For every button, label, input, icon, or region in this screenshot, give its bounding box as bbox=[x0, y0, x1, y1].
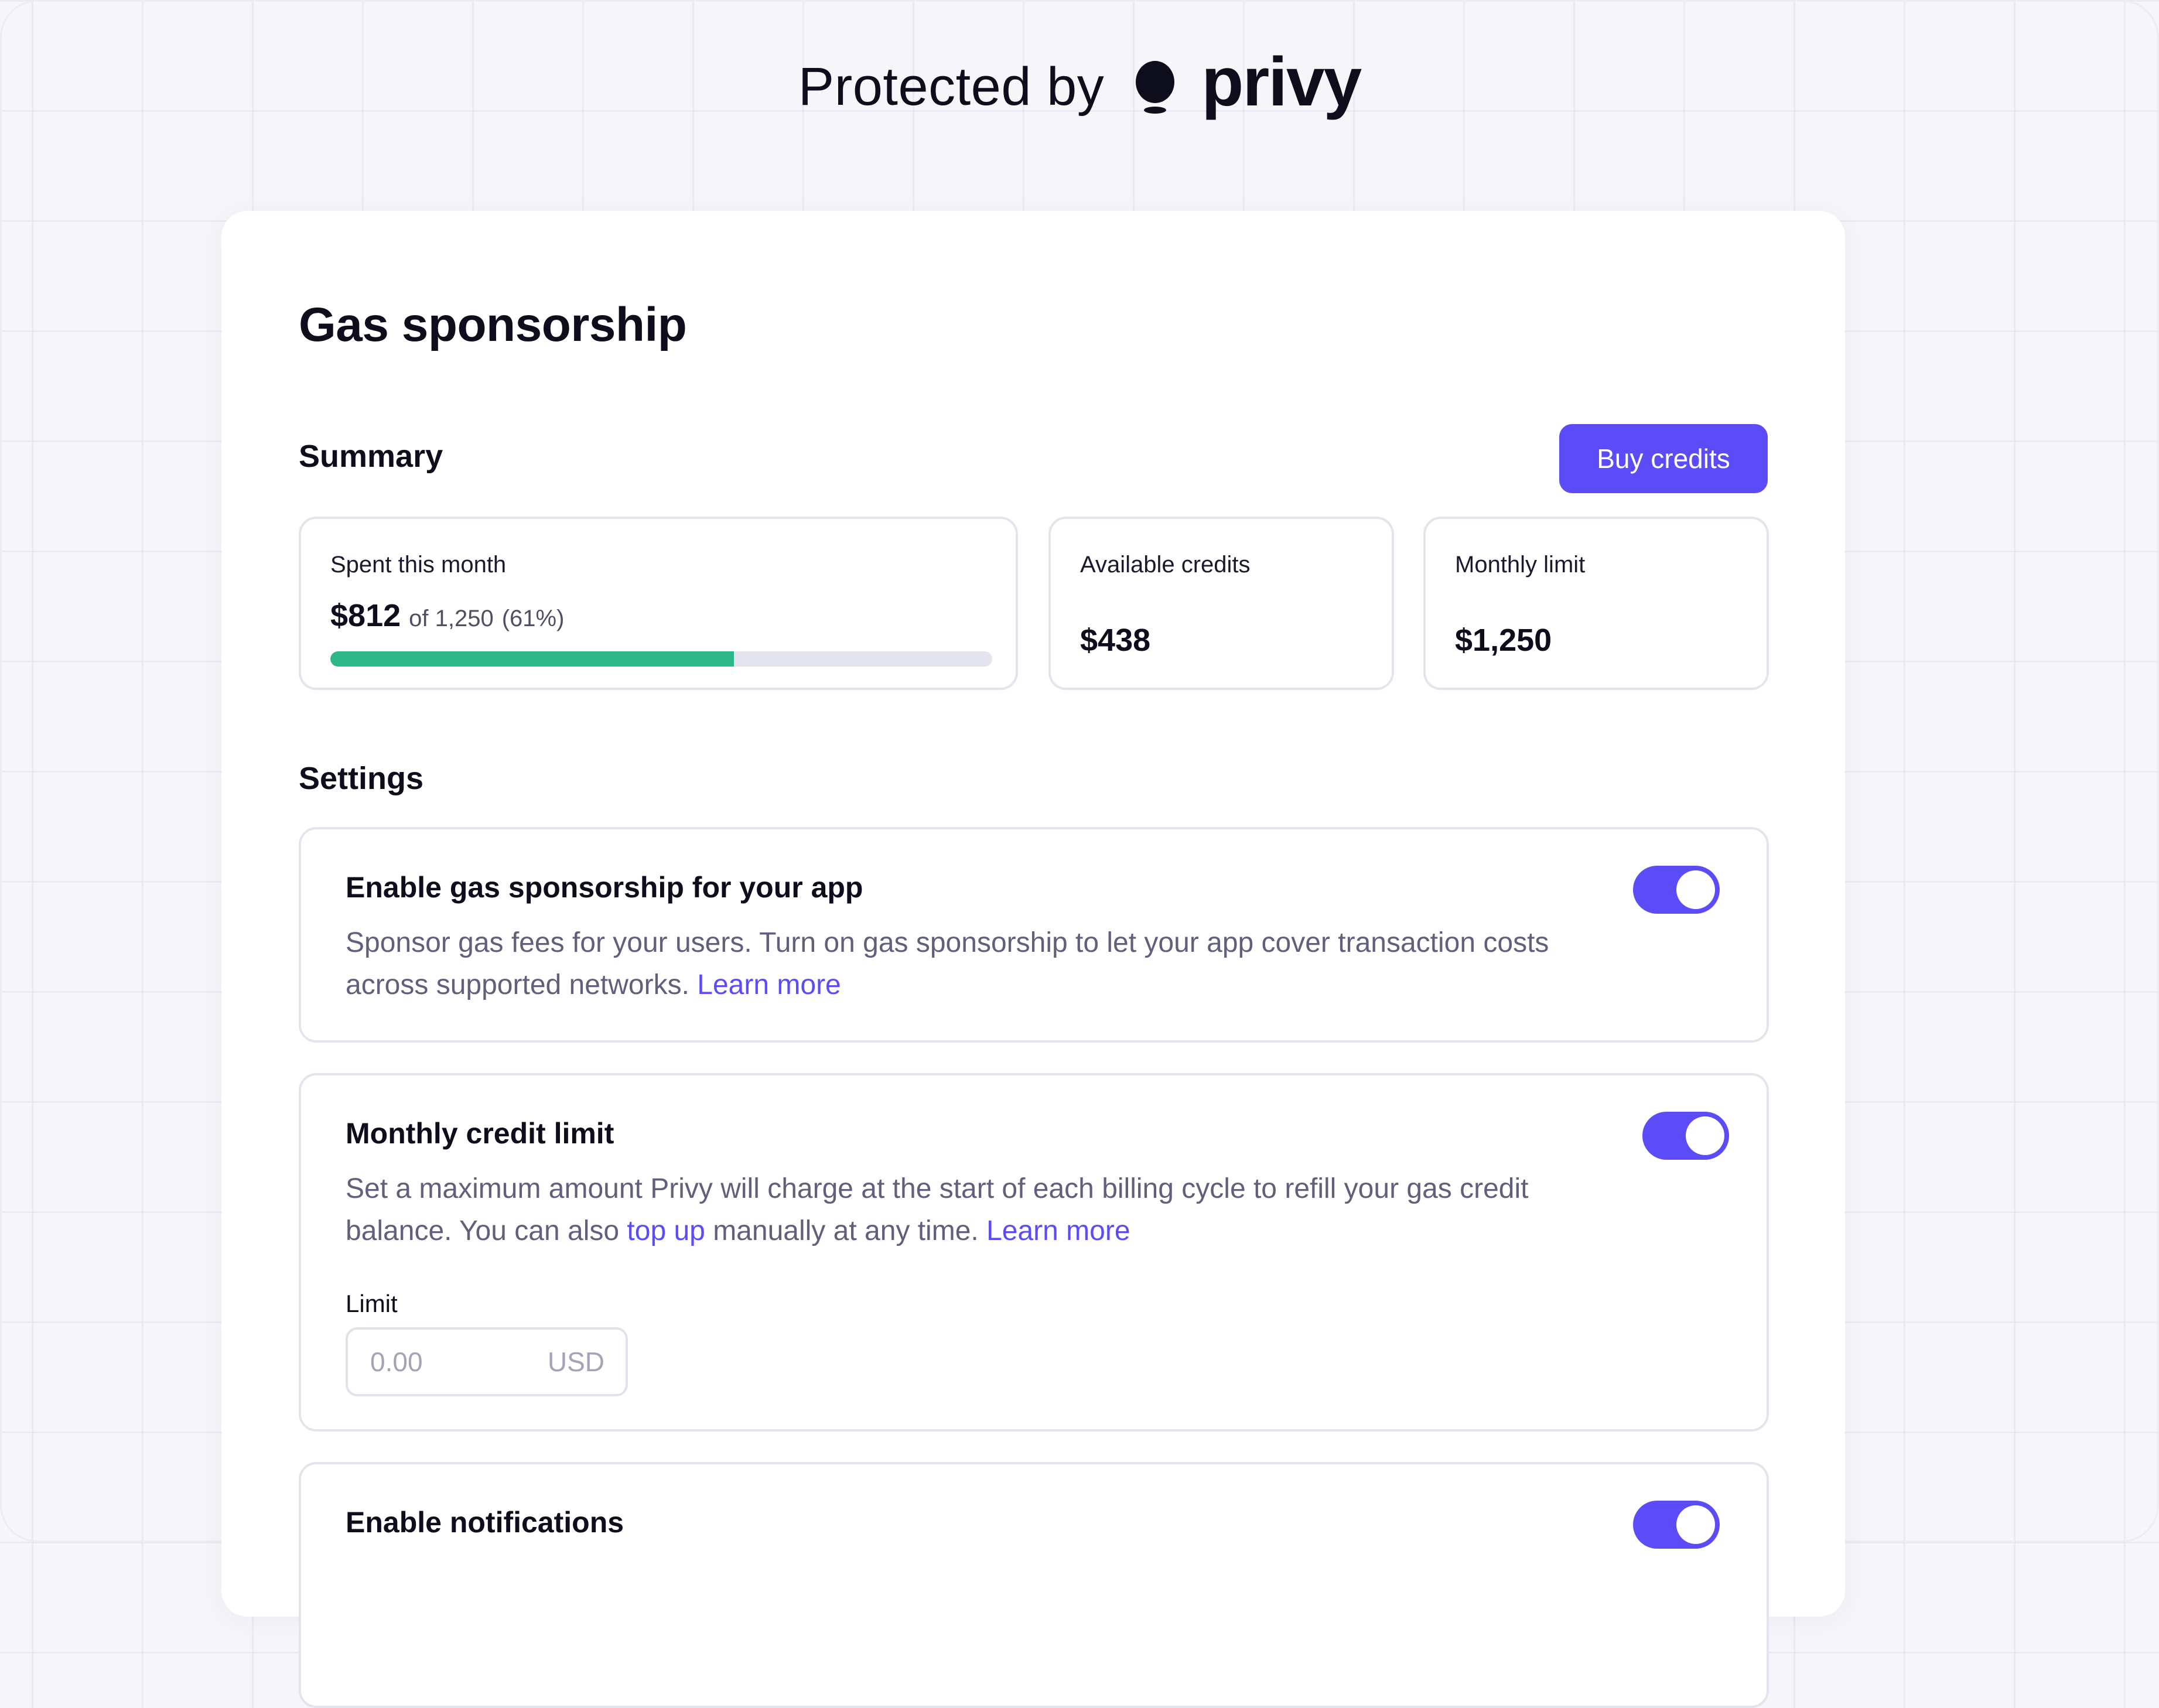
protected-by-header: Protected by privy bbox=[0, 47, 2159, 122]
spent-percent: (61%) bbox=[501, 606, 565, 631]
privy-wordmark: privy bbox=[1201, 43, 1362, 121]
monthly-limit-value: $1,250 bbox=[1455, 623, 1552, 658]
limit-unit-label: USD bbox=[547, 1347, 604, 1377]
spent-label: Spent this month bbox=[330, 552, 507, 578]
gas-sponsorship-card: Gas sponsorship Summary Buy credits Spen… bbox=[221, 211, 1845, 1708]
toggle-knob bbox=[1676, 870, 1715, 909]
summary-heading: Summary bbox=[299, 439, 443, 474]
credit-limit-setting-description: Set a maximum amount Privy will charge a… bbox=[346, 1168, 1617, 1252]
gas-sponsorship-toggle[interactable] bbox=[1633, 866, 1720, 914]
gas-description-text: Sponsor gas fees for your users. Turn on… bbox=[346, 927, 1549, 1000]
toggle-knob bbox=[1676, 1505, 1715, 1544]
spent-progress-bar bbox=[330, 651, 992, 667]
buy-credits-button[interactable]: Buy credits bbox=[1559, 424, 1768, 493]
toggle-knob bbox=[1686, 1116, 1724, 1155]
limit-input[interactable] bbox=[369, 1345, 548, 1378]
gas-sponsorship-setting: Enable gas sponsorship for your app Spon… bbox=[299, 827, 1769, 1043]
limit-field: USD bbox=[346, 1327, 628, 1396]
credit-limit-toggle[interactable] bbox=[1642, 1112, 1729, 1160]
gas-learn-more-link[interactable]: Learn more bbox=[697, 969, 841, 1000]
page-title: Gas sponsorship bbox=[299, 298, 687, 351]
limit-field-label: Limit bbox=[346, 1290, 398, 1317]
spent-value-line: $812 of 1,250 (61%) bbox=[330, 597, 564, 634]
gas-sponsorship-setting-title: Enable gas sponsorship for your app bbox=[346, 871, 863, 904]
notifications-setting: Enable notifications bbox=[299, 1462, 1769, 1708]
spent-amount: $812 bbox=[330, 598, 401, 633]
top-up-link[interactable]: top up bbox=[627, 1215, 705, 1246]
credit-limit-setting-title: Monthly credit limit bbox=[346, 1117, 614, 1150]
credit-limit-desc-part2: manually at any time. bbox=[705, 1215, 987, 1246]
available-credits-stat: Available credits $438 bbox=[1048, 517, 1394, 690]
spent-of-total: of 1,250 bbox=[409, 606, 494, 631]
protected-by-text: Protected by bbox=[798, 56, 1105, 117]
gas-sponsorship-setting-description: Sponsor gas fees for your users. Turn on… bbox=[346, 922, 1617, 1006]
monthly-limit-stat: Monthly limit $1,250 bbox=[1423, 517, 1769, 690]
notifications-toggle[interactable] bbox=[1633, 1501, 1720, 1549]
notifications-setting-title: Enable notifications bbox=[346, 1506, 624, 1539]
privy-logo-icon bbox=[1135, 59, 1176, 115]
monthly-credit-limit-setting: Monthly credit limit Set a maximum amoun… bbox=[299, 1073, 1769, 1432]
settings-heading: Settings bbox=[299, 761, 424, 796]
available-credits-value: $438 bbox=[1080, 623, 1151, 658]
credit-limit-learn-more-link[interactable]: Learn more bbox=[986, 1215, 1130, 1246]
spent-this-month-stat: Spent this month $812 of 1,250 (61%) bbox=[299, 517, 1018, 690]
available-credits-label: Available credits bbox=[1080, 552, 1251, 578]
monthly-limit-label: Monthly limit bbox=[1455, 552, 1586, 578]
spent-progress-fill bbox=[330, 651, 735, 667]
